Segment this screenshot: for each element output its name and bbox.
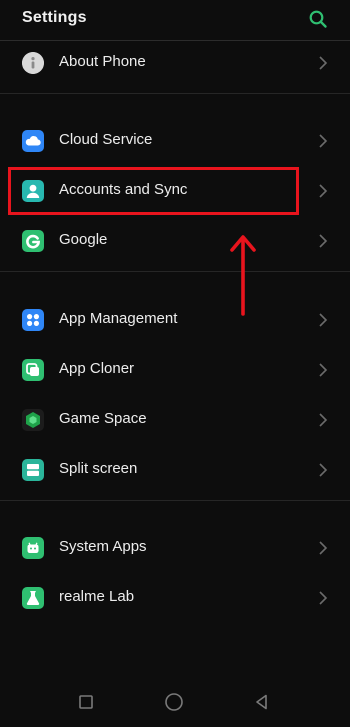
divider [0, 271, 350, 272]
split-screen-icon [22, 459, 44, 481]
chevron-right-icon [319, 413, 328, 427]
settings-item-label: App Management [59, 310, 178, 327]
system-navigation-bar [0, 677, 350, 727]
info-icon [22, 52, 44, 74]
settings-item-split-screen[interactable]: Split screen [0, 446, 350, 494]
up-arrow-annotation-icon [230, 235, 256, 316]
chevron-right-icon [319, 463, 328, 477]
chevron-right-icon [319, 184, 328, 198]
settings-item-label: realme Lab [59, 588, 135, 605]
cloud-icon [22, 130, 44, 152]
settings-item-label: System Apps [59, 538, 147, 555]
settings-item-cloud-service[interactable]: Cloud Service [0, 117, 350, 165]
settings-item-label: Cloud Service [59, 131, 153, 148]
settings-item-app-management[interactable]: App Management [0, 296, 350, 344]
highlight-annotation-box [8, 167, 299, 215]
recents-button[interactable] [74, 690, 98, 714]
settings-item-game-space[interactable]: Game Space [0, 396, 350, 444]
back-triangle-icon [256, 694, 267, 710]
chevron-right-icon [319, 234, 328, 248]
cloner-icon [22, 359, 44, 381]
settings-header: Settings [0, 0, 350, 41]
apps-grid-icon [22, 309, 44, 331]
settings-item-google[interactable]: Google [0, 217, 350, 265]
recents-square-icon [79, 695, 93, 709]
search-button[interactable] [306, 7, 330, 31]
search-icon [309, 10, 327, 28]
settings-item-app-cloner[interactable]: App Cloner [0, 346, 350, 394]
back-button[interactable] [250, 690, 274, 714]
settings-item-label: Game Space [59, 410, 147, 427]
home-button[interactable] [162, 690, 186, 714]
chevron-right-icon [319, 313, 328, 327]
settings-item-system-apps[interactable]: System Apps [0, 524, 350, 572]
settings-item-label: Google [59, 231, 108, 248]
chevron-right-icon [319, 56, 328, 70]
android-icon [22, 537, 44, 559]
flask-icon [22, 587, 44, 609]
page-title: Settings [22, 9, 87, 26]
chevron-right-icon [319, 591, 328, 605]
divider [0, 93, 350, 94]
settings-item-label: App Cloner [59, 360, 135, 377]
settings-item-about-phone[interactable]: About Phone [0, 39, 350, 87]
game-icon [22, 409, 44, 431]
settings-item-label: Split screen [59, 460, 138, 477]
chevron-right-icon [319, 541, 328, 555]
chevron-right-icon [319, 363, 328, 377]
google-g-icon [22, 230, 44, 252]
home-circle-icon [165, 693, 183, 711]
settings-item-realme-lab[interactable]: realme Lab [0, 574, 350, 622]
divider [0, 500, 350, 501]
settings-item-label: About Phone [59, 53, 146, 70]
chevron-right-icon [319, 134, 328, 148]
